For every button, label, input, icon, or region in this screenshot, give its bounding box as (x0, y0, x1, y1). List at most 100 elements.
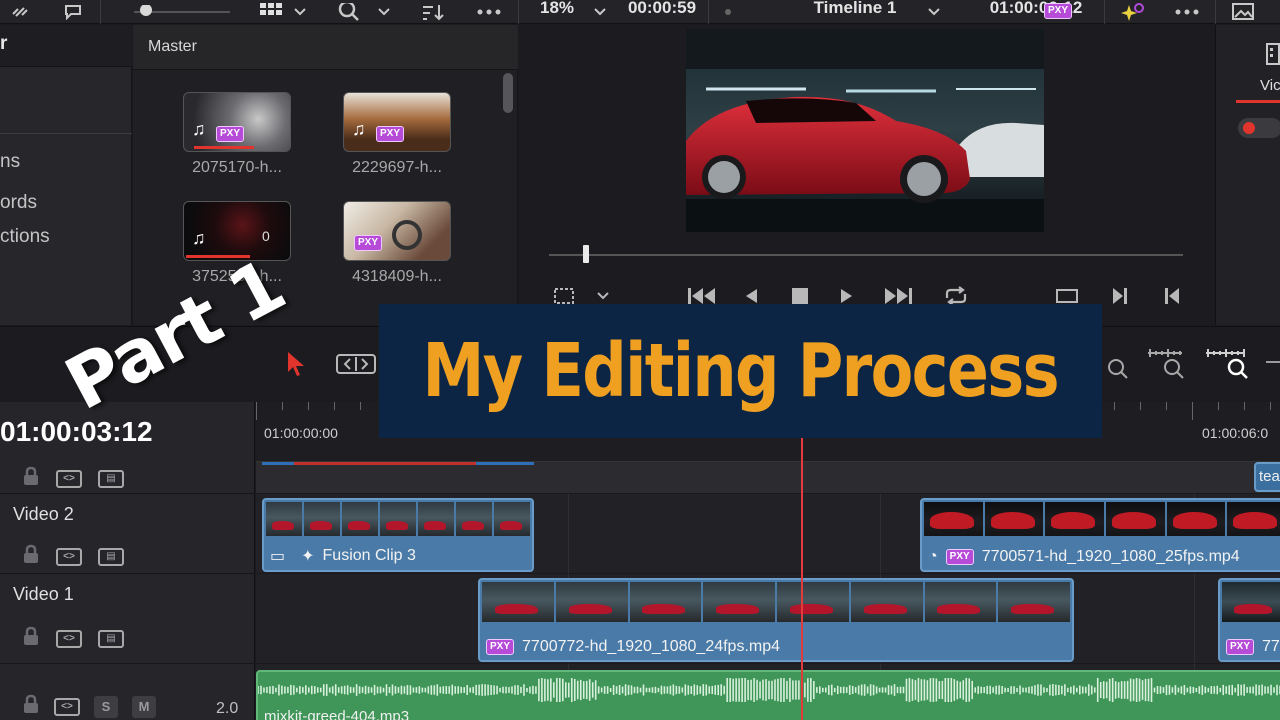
film-strip-icon[interactable]: ▤ (98, 547, 124, 566)
trim-tool-icon[interactable] (336, 353, 376, 380)
media-pool-scrollbar[interactable] (503, 73, 513, 113)
lock-icon[interactable] (22, 466, 40, 491)
auto-select-icon[interactable]: <> (56, 547, 82, 566)
proxy-indicator: PXY (1043, 3, 1073, 19)
bin-title: Master (148, 38, 197, 55)
bins-panel: r ns ords ctions (0, 25, 132, 325)
chevron-down-icon[interactable] (590, 0, 610, 24)
ruler-label: 01:00:06:0 (1202, 425, 1269, 441)
proxy-badge: PXY (486, 639, 515, 655)
solo-button[interactable]: S (94, 695, 118, 718)
audio-clip[interactable]: mixkit-greed-404.mp3 (256, 670, 1280, 720)
auto-select-icon[interactable]: <> (56, 629, 82, 648)
bin-item[interactable]: ords (0, 192, 37, 214)
image-icon[interactable] (1228, 0, 1258, 24)
active-tab-indicator (1236, 100, 1280, 103)
auto-select-icon[interactable]: <> (56, 469, 82, 488)
clip-label: 7700571-hd_1920_1080_25fps.mp4 (981, 548, 1240, 565)
tab-video[interactable]: Vic (1260, 77, 1280, 94)
effects-sparkle-icon[interactable] (1118, 0, 1148, 24)
track-name[interactable]: Video 2 (13, 504, 74, 525)
track-lane-video1[interactable]: PXY 7700772-hd_1920_1080_24fps.mp4 PXY 7… (256, 574, 1280, 664)
proxy-badge: PXY (376, 126, 405, 142)
video-title: My Editing Process (422, 328, 1060, 414)
enable-toggle[interactable] (1238, 118, 1280, 138)
ruler-label: 01:00:00:00 (264, 425, 338, 441)
selection-arrow-icon[interactable] (286, 351, 306, 382)
proxy-badge: PXY (1226, 639, 1255, 655)
clip-label: 77 (1262, 638, 1280, 655)
clip-label: tea (1259, 468, 1280, 485)
zoom-full-icon[interactable] (1204, 349, 1250, 386)
timeline-clip[interactable]: ◔ PXY 7700571-hd_1920_1080_25fps.mp4 (920, 498, 1280, 572)
clip-label: Fusion Clip 3 (322, 547, 416, 564)
media-clip-label: 2229697-h... (352, 159, 442, 176)
link-icon[interactable] (4, 0, 36, 24)
track-header-video2: Video 2 <> ▤ (0, 494, 255, 574)
timeline-clip[interactable]: PXY 7700772-hd_1920_1080_24fps.mp4 (478, 578, 1074, 662)
zoom-custom-icon[interactable] (1146, 349, 1188, 386)
media-clip-thumbnail[interactable]: PXY (343, 201, 451, 261)
track-headers: 01:00:03:12 <> ▤ Video 2 <> ▤ Video 1 <> (0, 402, 255, 720)
media-clip-label: 2075170-h... (192, 159, 282, 176)
proxy-badge: PXY (945, 549, 974, 565)
proxy-badge: PXY (216, 126, 245, 142)
film-strip-icon[interactable]: ▤ (98, 469, 124, 488)
chevron-down-icon[interactable] (290, 0, 310, 24)
dot-icon (722, 0, 734, 24)
auto-select-icon[interactable]: <> (54, 697, 80, 716)
more-options-icon[interactable] (472, 0, 506, 24)
track-header-v3: <> ▤ (0, 462, 255, 494)
chevron-down-icon[interactable] (374, 0, 394, 24)
timeline-name[interactable]: Timeline 1 (790, 0, 920, 20)
film-strip-icon[interactable]: ▤ (98, 629, 124, 648)
clip-label: 7700772-hd_1920_1080_24fps.mp4 (522, 638, 781, 655)
track-lane-video2[interactable]: ▭ ✦ Fusion Clip 3 ◔ PXY 7700571-hd_1920_… (256, 494, 1280, 574)
search-icon[interactable] (334, 0, 364, 24)
bin-item[interactable]: ns (0, 151, 20, 173)
track-header-audio1: <> S M 2.0 (0, 664, 255, 720)
track-lane-audio1[interactable]: mixkit-greed-404.mp3 (256, 664, 1280, 720)
media-clip-thumbnail[interactable]: ♫ 0 (183, 201, 291, 261)
bin-item[interactable]: ctions (0, 226, 50, 248)
lock-icon[interactable] (22, 544, 40, 569)
timeline-clip[interactable]: tea (1254, 462, 1280, 492)
record-timecode: 01:00:06:12 (989, 0, 1083, 17)
zoom-slider-icon[interactable] (1266, 361, 1280, 363)
sparkle-icon: ✦ (301, 548, 315, 565)
proxy-badge: PXY (1043, 3, 1072, 19)
title-banner: My Editing Process (379, 304, 1102, 438)
previous-clip-icon[interactable] (1161, 283, 1183, 309)
mute-button[interactable]: M (132, 695, 156, 718)
more-options-icon[interactable] (1170, 0, 1204, 24)
next-clip-icon[interactable] (1109, 283, 1131, 309)
playhead[interactable] (801, 437, 803, 720)
viewer-scrubber-track[interactable] (549, 254, 1183, 256)
track-name[interactable]: Video 1 (13, 584, 74, 605)
grid-view-icon[interactable] (254, 0, 288, 24)
clip-label: mixkit-greed-404.mp3 (264, 708, 410, 720)
lock-icon[interactable] (22, 694, 40, 719)
viewer-frame (686, 29, 1044, 232)
viewer-zoom-level[interactable]: 18% (530, 0, 584, 20)
track-header-video1: Video 1 <> ▤ (0, 574, 255, 664)
music-note-icon: ♫ (192, 228, 206, 248)
music-note-icon: ♫ (192, 119, 206, 139)
timeline-clip[interactable]: PXY 77 (1218, 578, 1280, 662)
fusion-clip[interactable]: ▭ ✦ Fusion Clip 3 (262, 498, 534, 572)
music-note-icon: ♫ (352, 119, 366, 139)
lock-icon[interactable] (22, 626, 40, 651)
timeline-canvas[interactable]: 01:00:00:00 01:00:06:0 tea ▭ ✦ Fusion Cl… (256, 402, 1280, 720)
bin-item[interactable]: r (0, 33, 7, 55)
video-tab-icon[interactable] (1266, 43, 1280, 70)
sort-icon[interactable] (418, 0, 448, 24)
thumbnail-size-slider[interactable] (132, 0, 232, 24)
chevron-down-icon[interactable] (924, 0, 944, 24)
flag-icon[interactable] (58, 0, 88, 24)
media-clip-thumbnail[interactable]: ♫ PXY (183, 92, 291, 152)
zoom-detail-icon[interactable] (1104, 355, 1130, 386)
track-lane-v3[interactable]: tea (256, 462, 1280, 494)
media-clip-thumbnail[interactable]: ♫ PXY (343, 92, 451, 152)
bin-master-row[interactable] (0, 25, 132, 67)
viewer-scrubber-handle[interactable] (583, 245, 589, 263)
